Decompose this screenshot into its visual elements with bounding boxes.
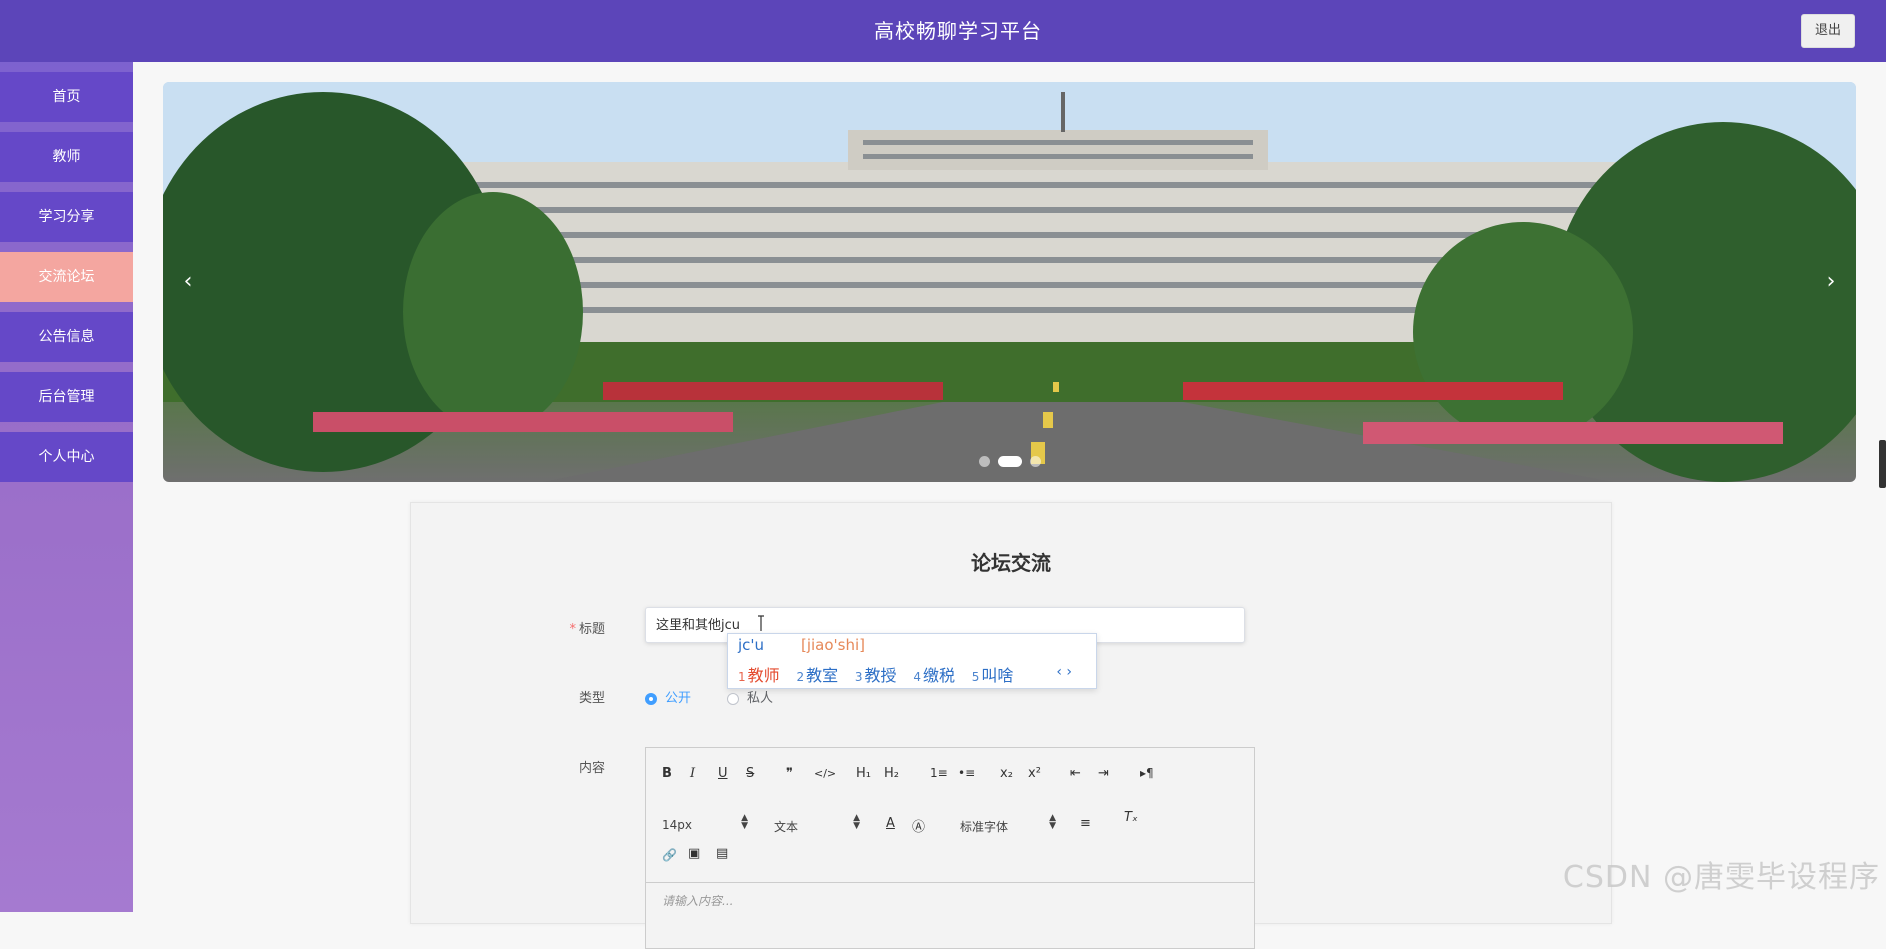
font-size-value: 14px	[662, 818, 692, 832]
background-color-button[interactable]: Ⓐ	[912, 816, 925, 835]
ime-candidate-number: 2	[796, 670, 805, 684]
ime-candidate-number: 5	[971, 670, 980, 684]
bullet-list-button[interactable]: •≡	[958, 766, 975, 780]
chevron-updown-icon: ▲ ▼	[741, 813, 748, 831]
carousel-indicators	[163, 451, 1856, 470]
strike-button[interactable]: S	[746, 766, 754, 781]
clear-format-button[interactable]: Tₓ	[1124, 810, 1138, 825]
radio-label: 公开	[665, 691, 692, 706]
ime-pinyin: [jiao'shi]	[801, 636, 866, 654]
type-radio-public[interactable]: 公开	[645, 687, 691, 706]
italic-button[interactable]: I	[690, 766, 695, 781]
sidebar-item-forum[interactable]: 交流论坛	[0, 252, 133, 302]
ime-candidate[interactable]: 3 教授	[855, 662, 897, 686]
logout-button[interactable]: 退出	[1801, 14, 1855, 48]
ime-candidate-text: 教师	[747, 666, 780, 685]
carousel-dot-3[interactable]	[1029, 456, 1041, 467]
ordered-list-button[interactable]: 1≡	[930, 766, 948, 780]
content-editor-input[interactable]: 请输入内容...	[662, 892, 733, 909]
carousel-prev-button[interactable]: ‹	[173, 262, 203, 302]
ime-candidate-number: 3	[854, 670, 863, 684]
chevron-updown-icon: ▲ ▼	[1049, 813, 1056, 831]
ime-pager[interactable]: ‹ ›	[1056, 664, 1072, 680]
rich-text-editor: B I U S ❞ </> H₁ H₂ 1≡ •≡ x₂ x² ⇤ ⇥ ▸¶ 1…	[645, 747, 1255, 949]
chevron-updown-icon: ▲ ▼	[853, 813, 860, 831]
font-family-picker[interactable]: 标准字体 ▲ ▼	[960, 814, 1056, 835]
top-header: 高校畅聊学习平台 退出	[0, 0, 1886, 62]
title-label: * 标题	[525, 618, 605, 637]
ime-candidate-text: 缴税	[922, 666, 955, 685]
banner-carousel: ‹ ›	[163, 82, 1856, 482]
carousel-dot-1[interactable]	[978, 456, 990, 467]
ime-candidate[interactable]: 5 叫啥	[972, 662, 1014, 686]
required-mark: *	[569, 622, 576, 637]
forum-post-form: 论坛交流 * 标题 这里和其他jcu jc'u [jiao'shi] 1 教师 2教…	[410, 502, 1612, 949]
editor-divider	[646, 882, 1254, 883]
page-scrollbar[interactable]	[1879, 440, 1886, 488]
ime-candidate-number: 1	[738, 670, 746, 684]
radio-indicator[interactable]	[645, 692, 657, 705]
campus-photo	[163, 82, 1856, 482]
watermark: CSDN @唐雯毕设程序	[1562, 860, 1880, 895]
app-title: 高校畅聊学习平台	[874, 19, 1042, 43]
video-icon[interactable]: ▤	[716, 846, 728, 861]
text-direction-button[interactable]: ▸¶	[1140, 766, 1154, 780]
sidebar-item-home[interactable]: 首页	[0, 72, 133, 122]
ime-candidate-text: 教室	[806, 666, 839, 685]
carousel-dot-2[interactable]	[997, 456, 1022, 467]
header-value: 文本	[774, 820, 799, 834]
indent-button[interactable]: ⇥	[1098, 766, 1109, 781]
sidebar-item-study-share[interactable]: 学习分享	[0, 192, 133, 242]
bold-button[interactable]: B	[662, 766, 672, 781]
ime-composition: jc'u	[738, 636, 765, 654]
sidebar-item-profile[interactable]: 个人中心	[0, 432, 133, 482]
image-icon[interactable]: ▣	[688, 846, 700, 861]
underline-button[interactable]: U	[718, 766, 728, 781]
text-color-button[interactable]: A	[886, 816, 895, 831]
sidebar-nav: 首页 教师 学习分享 交流论坛 公告信息 后台管理 个人中心	[0, 62, 133, 912]
heading-1-button[interactable]: H₁	[856, 766, 871, 781]
type-radio-private[interactable]: 私人	[727, 687, 773, 706]
link-icon[interactable]: 🔗	[662, 848, 677, 862]
blockquote-button[interactable]: ❞	[786, 766, 793, 781]
ime-candidates: 1 教师 2 教室 3 教授 4 缴税 5 叫啥	[738, 662, 1025, 686]
carousel-next-button[interactable]: ›	[1816, 262, 1846, 302]
radio-label: 私人	[747, 691, 774, 706]
title-label-text: 标题	[578, 622, 605, 637]
type-label: 类型	[578, 691, 605, 706]
radio-indicator[interactable]	[727, 692, 739, 705]
ime-candidate-text: 教授	[864, 666, 897, 685]
heading-2-button[interactable]: H₂	[884, 766, 899, 781]
ime-candidate-window: jc'u [jiao'shi] 1 教师 2 教室 3 教授 4 缴税 5 叫啥 ‹ ›	[727, 633, 1097, 689]
superscript-button[interactable]: x²	[1028, 766, 1041, 781]
code-block-button[interactable]: </>	[814, 767, 836, 780]
sidebar-item-announcements[interactable]: 公告信息	[0, 312, 133, 362]
header-picker[interactable]: 文本 ▲ ▼	[774, 814, 860, 835]
outdent-button[interactable]: ⇤	[1070, 766, 1081, 781]
sidebar-item-admin[interactable]: 后台管理	[0, 372, 133, 422]
sidebar-item-teachers[interactable]: 教师	[0, 132, 133, 182]
content-label: 内容	[578, 761, 605, 776]
font-family-value: 标准字体	[960, 820, 1009, 834]
ime-candidate-number: 4	[913, 670, 921, 684]
form-title: 论坛交流	[971, 551, 1051, 575]
ime-candidate[interactable]: 2 教室	[796, 662, 838, 686]
text-cursor-icon	[758, 615, 764, 631]
ime-candidate[interactable]: 1 教师	[738, 662, 780, 686]
subscript-button[interactable]: x₂	[1000, 766, 1013, 781]
align-button[interactable]: ≡	[1080, 816, 1091, 831]
font-size-picker[interactable]: 14px ▲ ▼	[662, 814, 748, 833]
ime-candidate[interactable]: 4 缴税	[913, 662, 955, 686]
ime-candidate-text: 叫啥	[981, 666, 1014, 685]
